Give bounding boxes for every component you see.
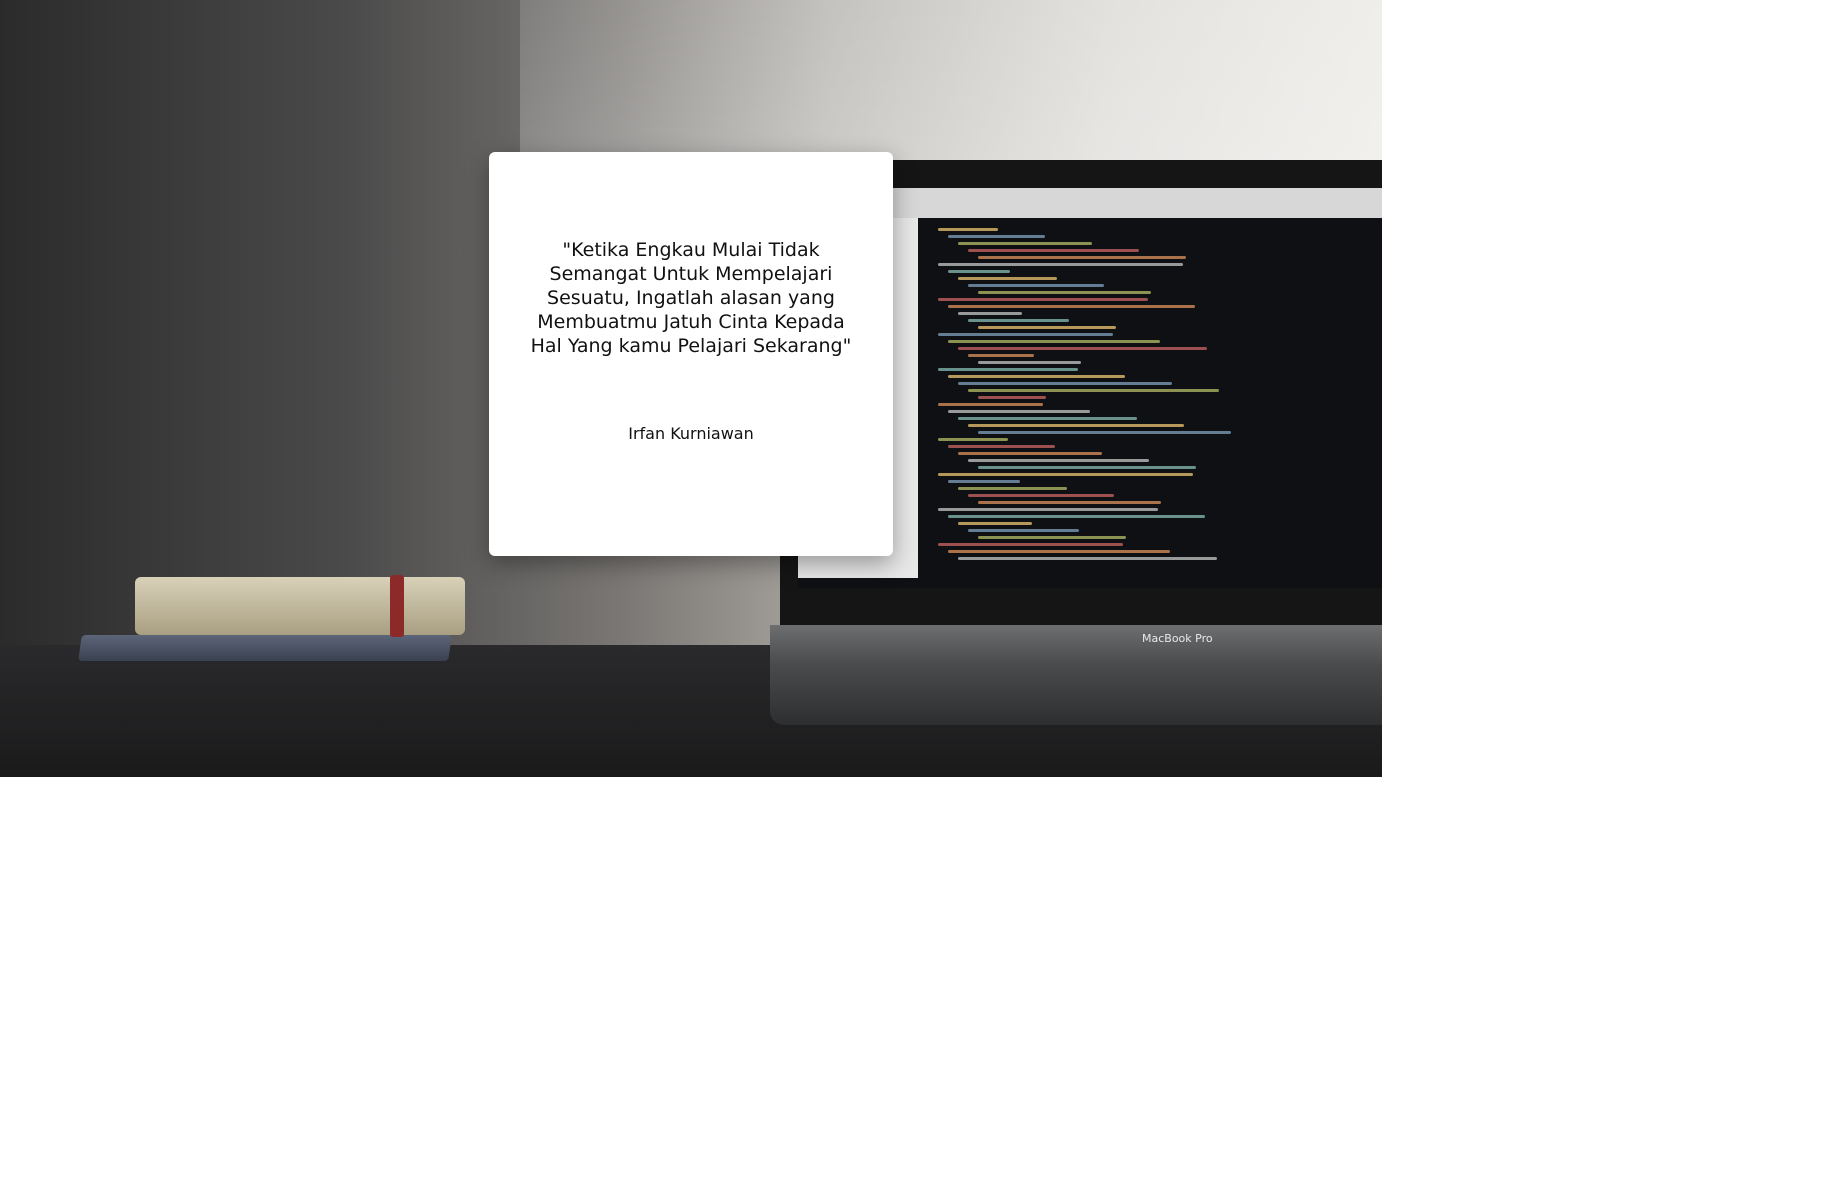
code-line [948,480,1020,483]
code-line [978,431,1231,434]
code-line [958,312,1022,315]
laptop-base [770,625,1382,725]
code-line [948,515,1205,518]
code-line [968,249,1139,252]
book-stack [65,575,465,685]
code-line [978,291,1151,294]
code-line [948,340,1160,343]
book-band [390,575,404,637]
quote-text: "Ketika Engkau Mulai Tidak Semangat Untu… [530,239,852,357]
code-line [968,389,1219,392]
code-line [948,550,1170,553]
code-line [968,494,1114,497]
code-line [978,466,1196,469]
code-line [978,396,1046,399]
code-line [958,277,1057,280]
book [135,577,465,635]
code-line [968,284,1104,287]
code-line [978,536,1126,539]
code-line [968,529,1079,532]
code-line [978,256,1186,259]
code-line [938,508,1158,511]
code-line [978,361,1081,364]
code-line [948,375,1125,378]
code-line [958,487,1067,490]
code-line [938,543,1123,546]
code-line [958,347,1207,350]
laptop-brand-label: MacBook Pro [1142,632,1213,645]
code-line [958,557,1217,560]
code-line [958,452,1102,455]
code-line [978,501,1161,504]
code-line [968,319,1069,322]
code-line [958,242,1092,245]
quote-author: Irfan Kurniawan [628,424,754,443]
code-line [938,333,1113,336]
code-line [948,235,1045,238]
code-line [938,263,1183,266]
code-line [958,417,1137,420]
code-line [948,305,1195,308]
code-line [938,298,1148,301]
code-line [938,228,998,231]
code-line [948,410,1090,413]
code-line [938,368,1078,371]
quote-card: "Ketika Engkau Mulai Tidak Semangat Untu… [489,152,893,556]
code-line [978,326,1116,329]
code-line [958,382,1172,385]
code-line [968,354,1034,357]
code-line [938,473,1193,476]
code-line [938,438,1008,441]
notebook [78,635,452,661]
code-line [968,424,1184,427]
code-line [948,270,1010,273]
code-line [968,459,1149,462]
code-line [948,445,1055,448]
code-line [938,403,1043,406]
code-line [958,522,1032,525]
